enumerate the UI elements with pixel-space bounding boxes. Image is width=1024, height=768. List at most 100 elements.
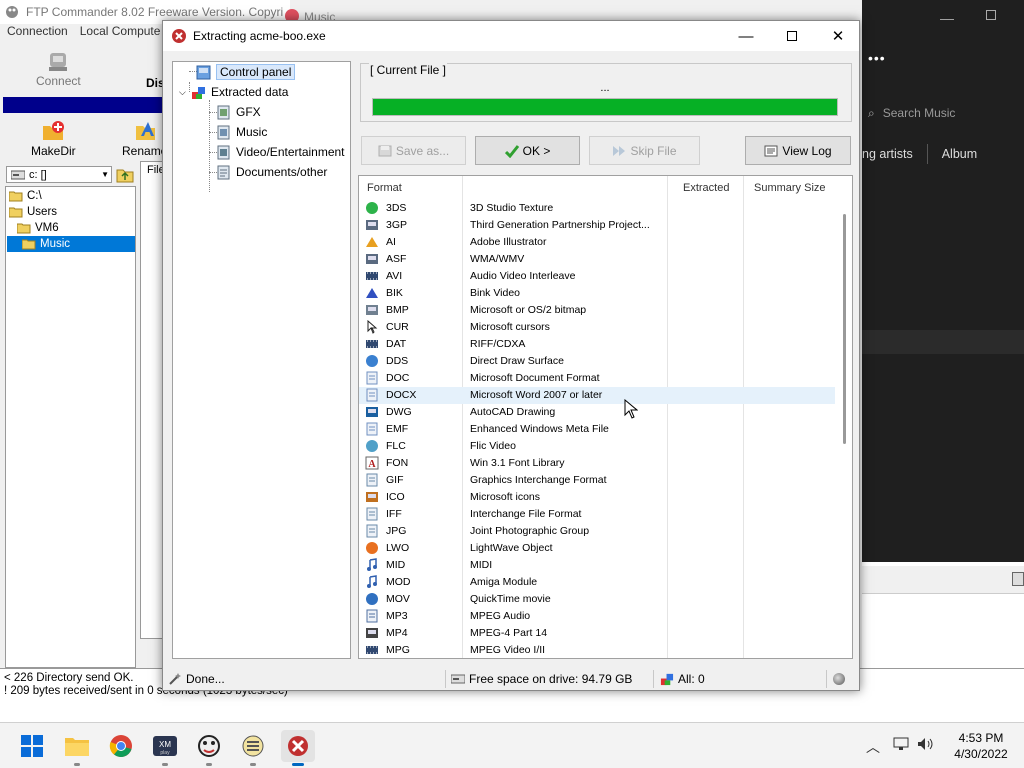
makedir-button[interactable]: MakeDir bbox=[31, 118, 76, 158]
format-row[interactable]: DOCX Microsoft Word 2007 or later bbox=[359, 387, 835, 404]
format-extension: MP3 bbox=[386, 610, 408, 622]
nav-documents-other[interactable]: Documents/other bbox=[216, 163, 327, 181]
ftp-title-text: FTP Commander 8.02 Freeware Version. Cop… bbox=[26, 5, 284, 19]
format-row[interactable]: ASF WMA/WMV bbox=[359, 251, 835, 268]
start-button[interactable] bbox=[18, 732, 46, 760]
ftp-commander-button[interactable] bbox=[195, 732, 223, 760]
file-explorer-button[interactable] bbox=[63, 732, 91, 760]
format-row[interactable]: JPG Joint Photographic Group bbox=[359, 523, 835, 540]
music-search-box[interactable]: ⌕ Search Music bbox=[862, 98, 1024, 128]
format-row[interactable]: MOV QuickTime movie bbox=[359, 591, 835, 608]
extractor-taskbar-button[interactable] bbox=[281, 730, 315, 762]
format-row[interactable]: BMP Microsoft or OS/2 bitmap bbox=[359, 302, 835, 319]
maximize-icon[interactable] bbox=[986, 10, 996, 20]
tree-item-c[interactable]: C:\ bbox=[9, 188, 42, 204]
format-row[interactable]: MID MIDI bbox=[359, 557, 835, 574]
green-sphere-icon bbox=[366, 202, 378, 214]
format-description: Microsoft cursors bbox=[470, 321, 550, 333]
scrollbar-thumb[interactable] bbox=[843, 214, 846, 444]
chevron-up-icon[interactable]: ︿ bbox=[866, 737, 880, 757]
tree-item-vm6[interactable]: VM6 bbox=[17, 220, 59, 236]
format-row[interactable]: AI Adobe Illustrator bbox=[359, 234, 835, 251]
format-row[interactable]: FLC Flic Video bbox=[359, 438, 835, 455]
format-row[interactable]: ICO Microsoft icons bbox=[359, 489, 835, 506]
format-row[interactable]: A FON Win 3.1 Font Library bbox=[359, 455, 835, 472]
tree-item-music[interactable]: Music bbox=[7, 236, 135, 252]
format-row[interactable]: AVI Audio Video Interleave bbox=[359, 268, 835, 285]
document-icon bbox=[366, 371, 378, 385]
format-row[interactable]: IFF Interchange File Format bbox=[359, 506, 835, 523]
format-row[interactable]: 3GP Third Generation Partnership Project.… bbox=[359, 217, 835, 234]
format-description: AutoCAD Drawing bbox=[470, 406, 556, 418]
format-description: Interchange File Format bbox=[470, 508, 582, 520]
archive-icon bbox=[242, 735, 264, 757]
volume-icon[interactable] bbox=[917, 737, 935, 754]
folder-up-icon[interactable] bbox=[116, 166, 134, 183]
local-folder-tree[interactable]: C:\ Users VM6 Music bbox=[5, 186, 136, 668]
format-row[interactable]: GIF Graphics Interchange Format bbox=[359, 472, 835, 489]
format-list[interactable]: Format Extracted Summary Size 3DS 3D Stud… bbox=[358, 175, 853, 659]
format-description: WMA/WMV bbox=[470, 253, 525, 265]
column-extracted[interactable]: Extracted bbox=[683, 182, 729, 194]
chrome-button[interactable] bbox=[107, 732, 135, 760]
format-row[interactable]: CUR Microsoft cursors bbox=[359, 319, 835, 336]
format-row[interactable]: MPG MPEG Video I/II bbox=[359, 642, 835, 658]
archive-tool-button[interactable] bbox=[239, 732, 267, 760]
rename-button[interactable]: Rename bbox=[122, 118, 167, 158]
nav-video-entertainment[interactable]: Video/Entertainment bbox=[216, 143, 345, 161]
format-row[interactable]: MP3 MPEG Audio bbox=[359, 608, 835, 625]
tree-item-users[interactable]: Users bbox=[9, 204, 57, 220]
menu-connection[interactable]: Connection bbox=[7, 24, 68, 42]
format-row[interactable]: DDS Direct Draw Surface bbox=[359, 353, 835, 370]
column-summary-size[interactable]: Summary Size bbox=[754, 182, 826, 194]
network-icon[interactable] bbox=[893, 737, 909, 754]
ok-button[interactable]: OK > bbox=[475, 136, 580, 165]
format-row[interactable]: MOD Amiga Module bbox=[359, 574, 835, 591]
format-row[interactable]: DOC Microsoft Document Format bbox=[359, 370, 835, 387]
drive-select[interactable]: c: [] ▼ bbox=[6, 166, 112, 183]
more-options-icon[interactable]: ••• bbox=[868, 50, 886, 66]
column-format[interactable]: Format bbox=[367, 182, 402, 194]
format-row[interactable]: DWG AutoCAD Drawing bbox=[359, 404, 835, 421]
quicktime-icon bbox=[366, 593, 378, 605]
close-button[interactable]: ✕ bbox=[815, 21, 861, 51]
format-row[interactable]: 3DS 3D Studio Texture bbox=[359, 200, 835, 217]
nav-control-panel[interactable]: Control panel bbox=[196, 63, 296, 81]
vertical-scrollbar[interactable] bbox=[838, 200, 852, 658]
nav-music[interactable]: Music bbox=[216, 123, 267, 141]
view-log-button[interactable]: View Log bbox=[745, 136, 851, 165]
navigation-tree[interactable]: Control panel ⌵ Extracted data GFX Music… bbox=[172, 61, 351, 659]
image-file-icon bbox=[366, 507, 378, 521]
maximize-button[interactable] bbox=[769, 21, 815, 51]
chrome-icon bbox=[109, 735, 132, 757]
format-extension: BMP bbox=[386, 304, 409, 316]
chevron-down-icon: ⌵ bbox=[179, 86, 186, 97]
nav-extracted-data[interactable]: ⌵ Extracted data bbox=[179, 83, 288, 101]
ftp-app-icon bbox=[6, 6, 18, 18]
music-list-row[interactable] bbox=[862, 330, 1024, 354]
skip-file-button[interactable]: Skip File bbox=[589, 136, 700, 165]
format-row[interactable]: DAT RIFF/CDXA bbox=[359, 336, 835, 353]
format-row[interactable]: LWO LightWave Object bbox=[359, 540, 835, 557]
ftp-menu-bar: Connection Local Compute bbox=[0, 24, 170, 42]
scroll-icon[interactable] bbox=[1012, 572, 1024, 586]
format-row[interactable]: MP4 MPEG-4 Part 14 bbox=[359, 625, 835, 642]
film-icon bbox=[366, 340, 378, 348]
format-description: MIDI bbox=[470, 559, 493, 571]
format-row[interactable]: BIK Bink Video bbox=[359, 285, 835, 302]
xmplay-button[interactable]: XM play bbox=[151, 732, 179, 760]
tab-album[interactable]: Album bbox=[942, 147, 977, 161]
tree-label: C:\ bbox=[27, 190, 42, 202]
tab-artists[interactable]: ng artists bbox=[862, 147, 913, 161]
connect-button[interactable]: Connect bbox=[36, 50, 81, 88]
bink-icon bbox=[366, 288, 378, 298]
minimize-icon[interactable]: — bbox=[940, 10, 954, 26]
menu-local-computer[interactable]: Local Compute bbox=[80, 24, 161, 42]
clock-time: 4:53 PM bbox=[958, 731, 1004, 745]
format-description: Amiga Module bbox=[470, 576, 538, 588]
system-clock[interactable]: 4:53 PM 4/30/2022 bbox=[944, 730, 1018, 762]
format-row[interactable]: EMF Enhanced Windows Meta File bbox=[359, 421, 835, 438]
minimize-button[interactable]: — bbox=[723, 21, 769, 51]
save-as-button[interactable]: Save as... bbox=[361, 136, 466, 165]
nav-gfx[interactable]: GFX bbox=[216, 103, 261, 121]
